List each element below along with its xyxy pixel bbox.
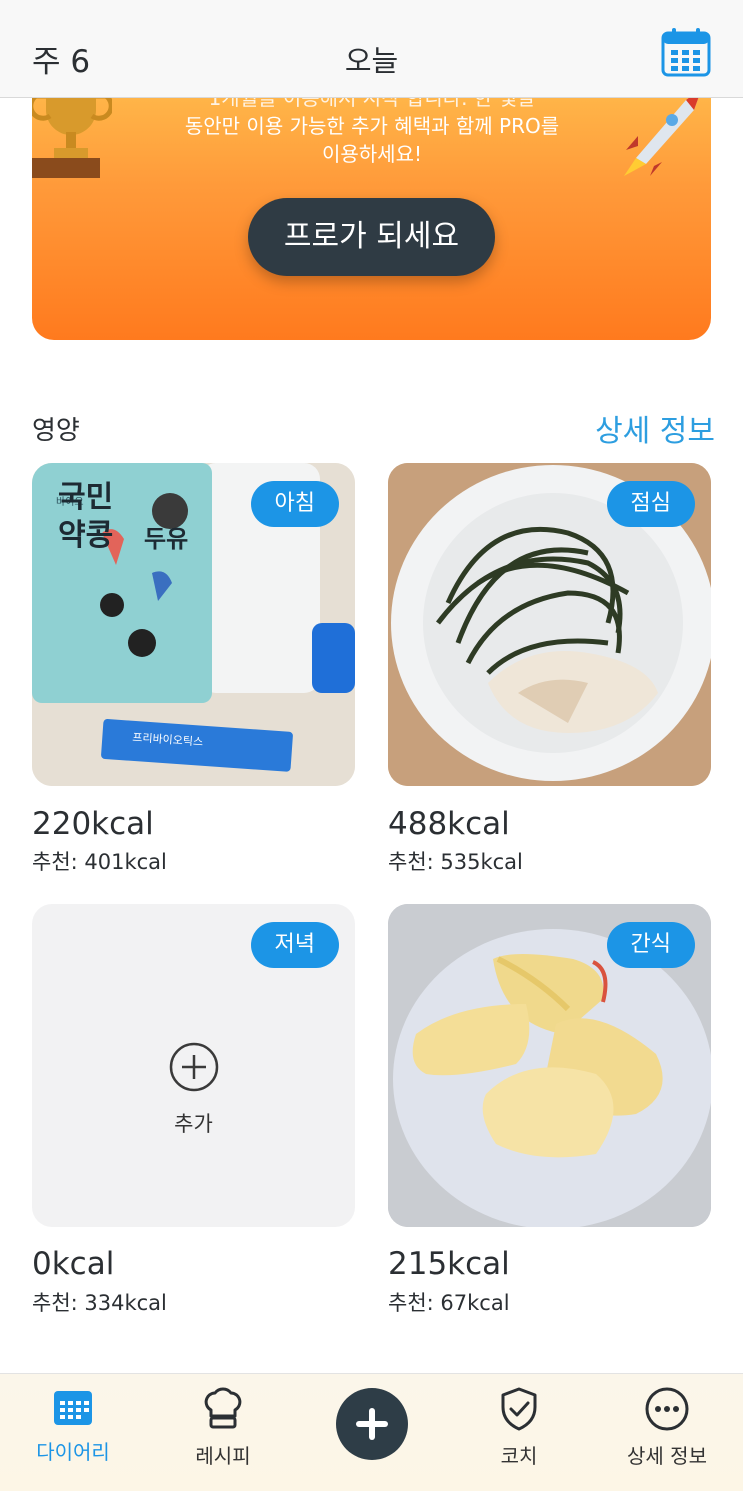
nav-diary[interactable]: 다이어리	[0, 1386, 148, 1465]
nav-coach[interactable]: 코치	[444, 1386, 594, 1469]
meal-recommended: 추천: 535kcal	[388, 850, 523, 874]
nav-label: 레시피	[195, 1444, 251, 1468]
promo-text-line3: 이용하세요!	[321, 142, 423, 166]
bottom-nav: 다이어리 레시피 코치 상세 정보	[0, 1373, 743, 1491]
more-icon	[645, 1387, 689, 1431]
meal-kcal: 0kcal	[32, 1246, 115, 1282]
meal-card-lunch[interactable]: 점심	[388, 463, 711, 786]
plus-icon	[356, 1408, 388, 1440]
add-meal-label: 추가	[174, 1112, 213, 1136]
meal-card-snack[interactable]: 간식	[388, 904, 711, 1227]
nav-recipes[interactable]: 레시피	[148, 1386, 298, 1469]
nutrition-title: 영양	[32, 416, 80, 446]
go-pro-button[interactable]: 프로가 되세요	[248, 198, 495, 276]
meal-badge: 아침	[250, 481, 339, 527]
photo-product-line1: 국민	[58, 480, 113, 515]
calendar-icon[interactable]	[660, 26, 712, 78]
add-entry-button[interactable]	[336, 1388, 408, 1460]
calendar-icon	[54, 1391, 92, 1425]
meal-kcal: 215kcal	[388, 1246, 510, 1282]
meal-kcal: 488kcal	[388, 806, 510, 842]
meal-card-breakfast[interactable]: 바이오 국민 약콩 두유 프리바이오틱스 아침	[32, 463, 355, 786]
top-bar: 주 6 오늘	[0, 0, 743, 98]
meal-badge: 점심	[606, 481, 695, 527]
meal-kcal: 220kcal	[32, 806, 154, 842]
chef-hat-icon	[204, 1387, 242, 1429]
shield-check-icon	[501, 1387, 537, 1431]
meal-card-dinner[interactable]: 추가 저녁	[32, 904, 355, 1227]
meal-recommended: 추천: 401kcal	[32, 850, 167, 874]
add-circle-icon[interactable]	[169, 1042, 219, 1092]
pro-promo-banner: 1개월을 이용해서 시작 합니다. 한 몇달 동안만 이용 가능한 추가 혜택과…	[32, 60, 711, 340]
nav-label: 다이어리	[36, 1440, 110, 1464]
meal-recommended: 추천: 334kcal	[32, 1291, 167, 1315]
nav-more[interactable]: 상세 정보	[592, 1386, 742, 1469]
meal-badge: 저녁	[250, 922, 339, 968]
meal-badge: 간식	[606, 922, 695, 968]
promo-text-line2: 동안만 이용 가능한 추가 혜택과 함께 PRO를	[184, 114, 560, 138]
nutrition-details-link[interactable]: 상세 정보	[595, 406, 715, 450]
nav-label: 코치	[500, 1444, 538, 1468]
photo-product-line3: 두유	[144, 525, 188, 553]
photo-product-line2: 약콩	[58, 518, 113, 553]
page-title: 오늘	[344, 44, 399, 78]
meal-recommended: 추천: 67kcal	[388, 1291, 510, 1315]
nav-label: 상세 정보	[627, 1444, 707, 1468]
